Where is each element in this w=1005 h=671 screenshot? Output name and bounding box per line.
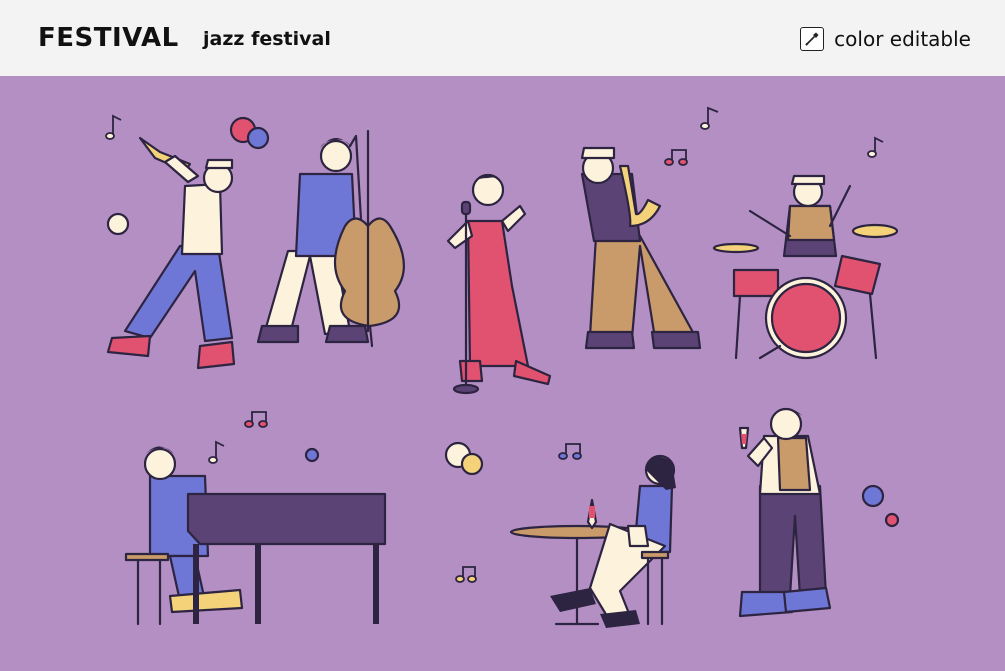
trumpet-player — [106, 136, 236, 370]
illustration-canvas — [105, 106, 900, 628]
subtitle: jazz festival — [203, 28, 331, 50]
woman-at-table — [509, 454, 676, 628]
singer — [446, 173, 552, 395]
eyedropper-icon — [800, 27, 825, 51]
man-with-wine-glass — [738, 407, 832, 618]
brand-title: FESTIVAL — [38, 23, 179, 53]
saxophone-player — [580, 146, 702, 350]
pianist — [124, 446, 387, 626]
badge-label: color editable — [834, 27, 971, 51]
drummer — [712, 174, 899, 360]
header: FESTIVAL jazz festival color editable — [0, 0, 1005, 76]
color-editable-badge: color editable — [800, 27, 971, 51]
double-bass-player — [256, 129, 405, 348]
